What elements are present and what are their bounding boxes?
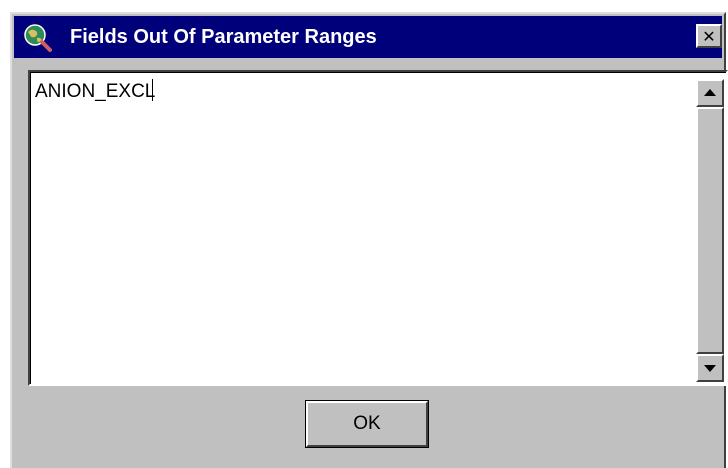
vertical-scrollbar[interactable] xyxy=(696,79,724,382)
ok-button-face: OK xyxy=(306,401,428,447)
arrow-down-icon xyxy=(704,365,716,372)
ok-button[interactable]: OK xyxy=(305,400,429,448)
globe-magnifier-icon xyxy=(24,24,52,52)
text-caret xyxy=(152,79,154,101)
scroll-up-button[interactable] xyxy=(696,79,724,107)
list-item-label: ANION_EXCL xyxy=(35,81,156,102)
list-item[interactable]: ANION_EXCL xyxy=(35,79,156,104)
arrow-up-icon xyxy=(704,89,716,96)
ok-button-label: OK xyxy=(353,413,381,434)
fields-listbox[interactable]: ANION_EXCL xyxy=(28,70,728,386)
scroll-down-button[interactable] xyxy=(696,354,724,382)
window-title: Fields Out Of Parameter Ranges xyxy=(70,26,377,48)
title-bar[interactable]: Fields Out Of Parameter Ranges ✕ xyxy=(14,16,722,58)
close-button[interactable]: ✕ xyxy=(696,24,722,48)
listbox-frame: ANION_EXCL xyxy=(30,72,726,384)
scroll-track[interactable] xyxy=(696,107,724,354)
dialog-window: Fields Out Of Parameter Ranges ✕ ANION_E… xyxy=(10,12,728,468)
close-icon: ✕ xyxy=(702,26,716,46)
